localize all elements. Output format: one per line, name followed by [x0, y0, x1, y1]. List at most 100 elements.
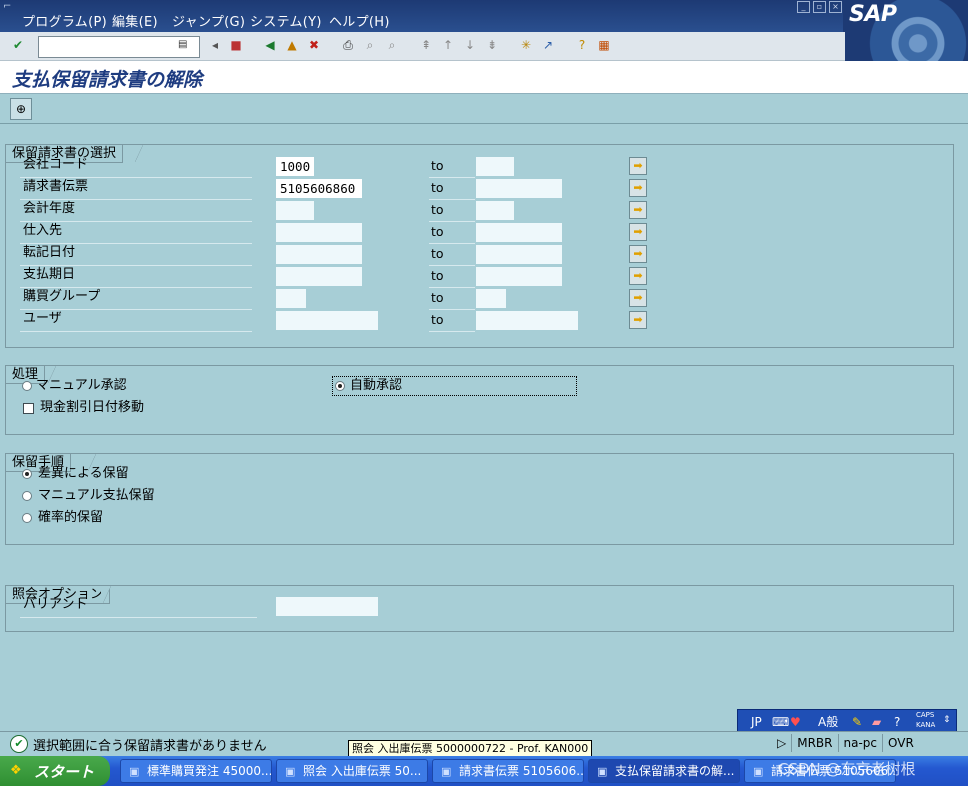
variant-input[interactable]: [276, 597, 378, 616]
company-code-from-input[interactable]: [276, 157, 314, 176]
user-multiple-selection-button[interactable]: ➡: [629, 311, 647, 329]
vendor-to-label: to: [429, 222, 475, 244]
purch-group-multiple-selection-button[interactable]: ➡: [629, 289, 647, 307]
taskbar-task[interactable]: ▣ 照会 入出庫伝票 50...: [276, 759, 428, 783]
print-icon[interactable]: ⎙: [340, 37, 356, 53]
company-code-to-input[interactable]: [476, 157, 514, 176]
shortcut-icon[interactable]: ↗: [540, 37, 556, 53]
command-dropdown-icon[interactable]: ▤: [178, 39, 190, 51]
cash-discount-label: 現金割引日付移動: [40, 400, 145, 415]
start-button[interactable]: ❖ スタート: [0, 756, 110, 786]
sap-window-icon: ▣: [753, 765, 764, 778]
status-system[interactable]: MRBR: [791, 734, 837, 752]
status-host: na-pc: [837, 734, 883, 752]
sap-window-icon: ▣: [441, 765, 452, 778]
first-page-icon[interactable]: ⇞: [418, 37, 434, 53]
status-message[interactable]: 選択範囲に合う保留請求書がありません: [33, 735, 267, 754]
due-date-to-input[interactable]: [476, 267, 562, 286]
menu-goto[interactable]: ジャンプ(G): [172, 11, 245, 30]
ime-help-icon[interactable]: ?: [894, 714, 900, 730]
due-date-from-input[interactable]: [276, 267, 362, 286]
invoice-doc-from-input[interactable]: [276, 179, 362, 198]
find-next-icon[interactable]: ⌕: [384, 37, 400, 53]
sap-window-icon: ▣: [597, 765, 608, 778]
menu-edit[interactable]: 編集(E): [112, 11, 158, 30]
taskbar-task-label: 請求書伝票 5105606...: [459, 764, 584, 778]
user-to-input[interactable]: [476, 311, 578, 330]
auto-approval-radio[interactable]: [335, 381, 345, 391]
user-from-input[interactable]: [276, 311, 378, 330]
fiscal-year-multiple-selection-button[interactable]: ➡: [629, 201, 647, 219]
dictionary-icon[interactable]: ✎: [852, 714, 862, 730]
find-icon[interactable]: ⌕: [362, 37, 378, 53]
collapse-icon[interactable]: ◂: [207, 37, 223, 53]
sap-window-icon: ▣: [285, 765, 296, 778]
exit-icon[interactable]: ▲: [284, 37, 300, 53]
ime-input-mode[interactable]: A般: [818, 714, 838, 730]
help-icon[interactable]: ?: [574, 37, 590, 53]
command-field[interactable]: [38, 36, 200, 58]
posting-date-from-input[interactable]: [276, 245, 362, 264]
status-info: ▷ MRBR na-pc OVR: [772, 734, 919, 752]
restore-icon[interactable]: ▫: [813, 1, 826, 13]
block-random-radio[interactable]: [22, 513, 32, 523]
fiscal-year-to-label: to: [429, 200, 475, 222]
status-mode[interactable]: OVR: [882, 734, 919, 752]
back-icon[interactable]: ◀: [262, 37, 278, 53]
company-code-multiple-selection-button[interactable]: ➡: [629, 157, 647, 175]
user-to-label: to: [429, 310, 475, 332]
next-page-icon[interactable]: ↓: [462, 37, 478, 53]
block-manual-radio[interactable]: [22, 491, 32, 501]
success-icon: ✔: [10, 735, 28, 753]
vendor-to-input[interactable]: [476, 223, 562, 242]
last-page-icon[interactable]: ⇟: [484, 37, 500, 53]
posting-date-label: 転記日付: [20, 244, 252, 266]
prev-page-icon[interactable]: ↑: [440, 37, 456, 53]
standard-toolbar: ✔ ▤ ◂ ■ ◀ ▲ ✖ ⎙ ⌕ ⌕ ⇞ ↑ ↓ ⇟ ✳ ↗ ? ▦: [0, 32, 845, 61]
ime-tools-icon[interactable]: ▰: [872, 714, 881, 730]
menu-program[interactable]: プログラム(P): [22, 11, 107, 30]
purch-group-label: 購買グループ: [20, 288, 252, 310]
posting-date-multiple-selection-button[interactable]: ➡: [629, 245, 647, 263]
block-manual-label: マニュアル支払保留: [38, 488, 155, 503]
menu-system[interactable]: システム(Y): [250, 11, 322, 30]
system-menu-icon[interactable]: ⌐: [3, 1, 11, 12]
new-session-icon[interactable]: ✳: [518, 37, 534, 53]
invoice-doc-to-input[interactable]: [476, 179, 562, 198]
execute-icon[interactable]: ⊕: [10, 98, 32, 120]
vendor-from-input[interactable]: [276, 223, 362, 242]
status-expand-icon[interactable]: ▷: [772, 734, 791, 752]
ime-language[interactable]: JP: [751, 714, 762, 730]
taskbar-task[interactable]: ▣ 標準購買発注 45000...: [120, 759, 272, 783]
cash-discount-checkbox[interactable]: [23, 403, 34, 414]
menu-help[interactable]: ヘルプ(H): [329, 11, 390, 30]
close-window-icon[interactable]: ×: [829, 1, 842, 13]
title-bar: 支払保留請求書の解除: [0, 61, 968, 94]
fiscal-year-from-input[interactable]: [276, 201, 314, 220]
sap-logo: SAP: [843, 0, 968, 62]
auto-approval-label: 自動承認: [350, 378, 403, 393]
ime-options-icon[interactable]: ⇕: [943, 712, 951, 728]
posting-date-to-input[interactable]: [476, 245, 562, 264]
invoice-doc-to-label: to: [429, 178, 475, 200]
kana-indicator: KANA: [916, 721, 936, 729]
fiscal-year-to-input[interactable]: [476, 201, 514, 220]
minimize-icon[interactable]: _: [797, 1, 810, 13]
manual-approval-radio[interactable]: [22, 381, 32, 391]
menu-bar: ⌐ プログラム(P) 編集(E) ジャンプ(G) システム(Y) ヘルプ(H) …: [0, 0, 968, 32]
taskbar-task[interactable]: ▣ 請求書伝票 5105606...: [432, 759, 584, 783]
purch-group-to-input[interactable]: [476, 289, 506, 308]
invoice-doc-multiple-selection-button[interactable]: ➡: [629, 179, 647, 197]
block-variance-radio[interactable]: [22, 469, 32, 479]
keyboard-icon[interactable]: ⌨: [772, 714, 789, 730]
cancel-icon[interactable]: ✖: [306, 37, 322, 53]
vendor-multiple-selection-button[interactable]: ➡: [629, 223, 647, 241]
enter-icon[interactable]: ✔: [10, 37, 26, 53]
due-date-multiple-selection-button[interactable]: ➡: [629, 267, 647, 285]
taskbar-task[interactable]: ▣ 支払保留請求書の解...: [588, 759, 740, 783]
ime-pad-icon[interactable]: ♥: [790, 714, 801, 730]
purch-group-from-input[interactable]: [276, 289, 306, 308]
layout-icon[interactable]: ▦: [596, 37, 612, 53]
page-title: 支払保留請求書の解除: [12, 69, 203, 91]
save-icon[interactable]: ■: [228, 37, 244, 53]
